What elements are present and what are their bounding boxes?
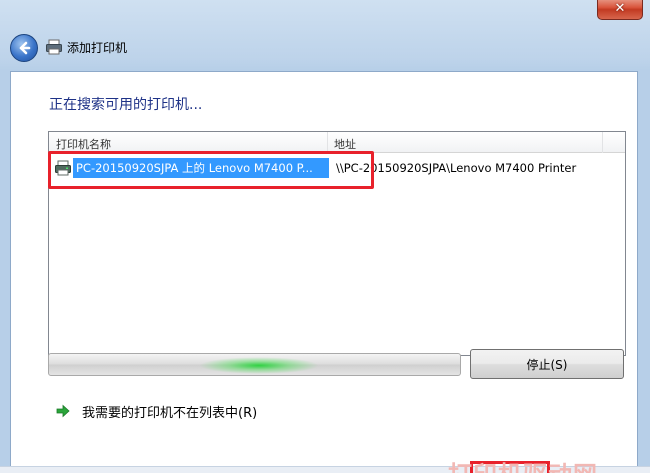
content-panel: 正在搜索可用的打印机... 打印机名称 地址 PC-20150920SJPA 上…	[10, 71, 638, 473]
close-button[interactable]: ✕	[597, 0, 643, 20]
printer-row[interactable]: PC-20150920SJPA 上的 Lenovo M7400 P... \\P…	[49, 156, 625, 180]
green-arrow-icon	[56, 404, 70, 418]
search-progress-bar	[48, 353, 461, 376]
stop-button[interactable]: 停止(S)	[470, 349, 624, 379]
printer-name-cell[interactable]: PC-20150920SJPA 上的 Lenovo M7400 P...	[73, 158, 329, 178]
printer-icon	[55, 160, 71, 176]
printer-icon	[46, 39, 62, 55]
search-status-heading: 正在搜索可用的打印机...	[49, 97, 203, 113]
printer-list[interactable]: 打印机名称 地址 PC-20150920SJPA 上的 Lenovo M7400…	[48, 131, 626, 356]
column-divider	[602, 132, 603, 153]
column-header-name[interactable]: 打印机名称	[56, 136, 111, 152]
printer-not-listed-label[interactable]: 我需要的打印机不在列表中(R)	[82, 402, 257, 421]
back-button[interactable]	[10, 34, 38, 62]
window-title: 添加打印机	[67, 41, 128, 55]
progress-indicator	[199, 357, 319, 374]
column-divider	[327, 132, 328, 153]
column-header-address[interactable]: 地址	[334, 136, 356, 152]
printer-address-cell: \\PC-20150920SJPA\Lenovo M7400 Printer	[336, 161, 577, 175]
list-header: 打印机名称 地址	[49, 132, 625, 153]
back-arrow-icon	[19, 41, 31, 55]
close-icon: ✕	[614, 1, 626, 16]
watermark: 打印机驱动网	[448, 455, 648, 473]
